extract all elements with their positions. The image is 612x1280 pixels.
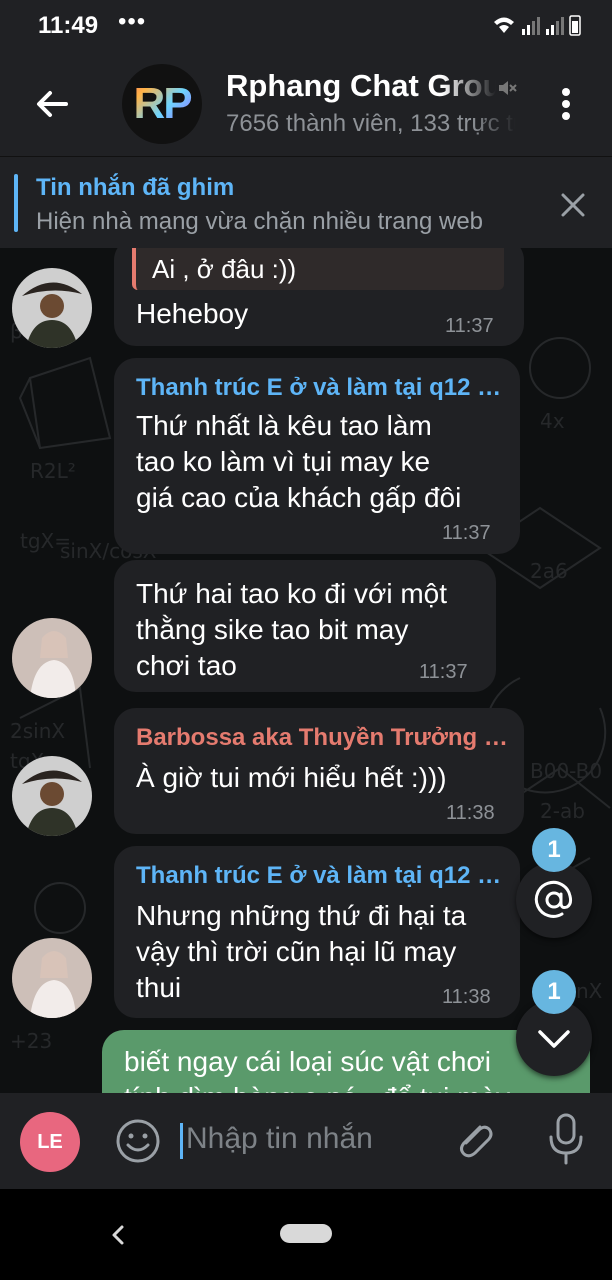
nav-home-pill[interactable] bbox=[280, 1224, 332, 1243]
chat-title[interactable]: Rphang Chat Group bbox=[226, 68, 496, 104]
message-line: Thứ hai tao ko đi với một bbox=[136, 578, 448, 609]
svg-text:4x: 4x bbox=[540, 409, 565, 433]
group-avatar[interactable]: RP bbox=[122, 64, 202, 144]
status-time: 11:49 bbox=[38, 12, 99, 39]
message-time: 11:37 bbox=[419, 661, 468, 683]
notification-dots-icon: ••• bbox=[118, 8, 147, 35]
avatar-thanh-truc[interactable] bbox=[12, 618, 92, 698]
pinned-title: Tin nhắn đã ghim bbox=[36, 174, 235, 201]
close-icon[interactable] bbox=[558, 190, 588, 220]
message-line: Nhưng những thứ đi hại ta bbox=[136, 900, 467, 931]
message-line: giá cao của khách gấp đôi bbox=[136, 482, 462, 513]
back-arrow-icon[interactable] bbox=[30, 82, 74, 126]
muted-speaker-icon bbox=[499, 81, 517, 95]
pirate-avatar-icon bbox=[12, 756, 92, 836]
reply-quote-text: Ai , ở đâu :)) bbox=[152, 254, 297, 284]
message-line: chơi tao bbox=[136, 650, 237, 681]
avatar-thanh-truc[interactable] bbox=[12, 938, 92, 1018]
message-list[interactable]: β(a+b) R2L² tgX= sinX/cosX 2a6 4x 2sinX … bbox=[0, 248, 612, 1093]
message-line: vậy thì trời cũn hại lũ may bbox=[136, 936, 457, 967]
microphone-icon[interactable] bbox=[546, 1111, 586, 1167]
svg-text:2sinX: 2sinX bbox=[10, 719, 65, 743]
mention-count-badge: 1 bbox=[532, 828, 576, 872]
message-line: À giờ tui mới hiểu hết :))) bbox=[136, 762, 447, 793]
unread-count-badge: 1 bbox=[532, 970, 576, 1014]
nav-back-icon[interactable] bbox=[108, 1223, 128, 1247]
message-text: Heheboy bbox=[136, 298, 249, 329]
sender-name[interactable]: Thanh trúc E ở và làm tại q12 Ngọc Phượn… bbox=[136, 862, 506, 890]
chat-header: RP Rphang Chat Group 7656 thành viên, 13… bbox=[0, 50, 612, 156]
paperclip-icon[interactable] bbox=[450, 1115, 498, 1163]
message-line: tao ko làm vì tụi may ke bbox=[136, 446, 431, 477]
pinned-accent-line bbox=[14, 174, 18, 232]
girl-avatar-icon bbox=[12, 938, 92, 1018]
pirate-avatar-icon bbox=[12, 268, 92, 348]
message-line: tính dìm hàng e nó , để tui mày bbox=[124, 1080, 510, 1093]
group-avatar-initials: RP bbox=[122, 64, 202, 144]
message-time: 11:38 bbox=[442, 986, 491, 1008]
message-line: biết ngay cái loại súc vật chơi bbox=[124, 1046, 491, 1077]
system-nav-bar bbox=[0, 1189, 612, 1280]
svg-text:2a6: 2a6 bbox=[530, 559, 568, 583]
mention-button[interactable] bbox=[516, 862, 592, 938]
message-line: thui bbox=[136, 972, 182, 1003]
at-sign-icon bbox=[534, 880, 573, 918]
message-line: Thứ nhất là kêu tao làm bbox=[136, 410, 432, 441]
sender-name[interactable]: Thanh trúc E ở và làm tại q12 Ngọc Phượn… bbox=[136, 374, 506, 402]
message-input-bar: LE bbox=[0, 1093, 612, 1189]
avatar-barbossa[interactable] bbox=[12, 756, 92, 836]
pinned-text: Hiện nhà mạng vừa chặn nhiều trang web bbox=[36, 208, 484, 235]
emoji-icon[interactable] bbox=[114, 1117, 162, 1165]
member-count: 7656 thành viên, 133 trực tuyến bbox=[226, 110, 516, 137]
user-avatar[interactable]: LE bbox=[20, 1112, 80, 1172]
message-line: thằng sike tao bit may bbox=[136, 614, 409, 645]
message-time: 11:37 bbox=[445, 315, 494, 337]
message-time: 11:37 bbox=[442, 522, 491, 544]
message-time: 11:38 bbox=[446, 802, 495, 824]
svg-text:B00-B0: B00-B0 bbox=[530, 759, 602, 783]
svg-text:R2L²: R2L² bbox=[30, 459, 76, 483]
text-cursor bbox=[180, 1123, 183, 1159]
more-options-icon[interactable] bbox=[548, 82, 584, 126]
avatar-barbossa[interactable] bbox=[12, 268, 92, 348]
girl-avatar-icon bbox=[12, 618, 92, 698]
pinned-message-bar[interactable]: Tin nhắn đã ghim Hiện nhà mạng vừa chặn … bbox=[0, 156, 612, 248]
sender-name[interactable]: Barbossa aka Thuyền Trưởng Cướp Biển bbox=[136, 724, 510, 752]
status-bar: 11:49 ••• bbox=[0, 0, 612, 50]
message-input[interactable] bbox=[186, 1119, 436, 1159]
signal-wifi-battery-icons bbox=[494, 15, 581, 36]
svg-text:+23: +23 bbox=[10, 1029, 52, 1053]
svg-text:2-ab: 2-ab bbox=[540, 799, 585, 823]
